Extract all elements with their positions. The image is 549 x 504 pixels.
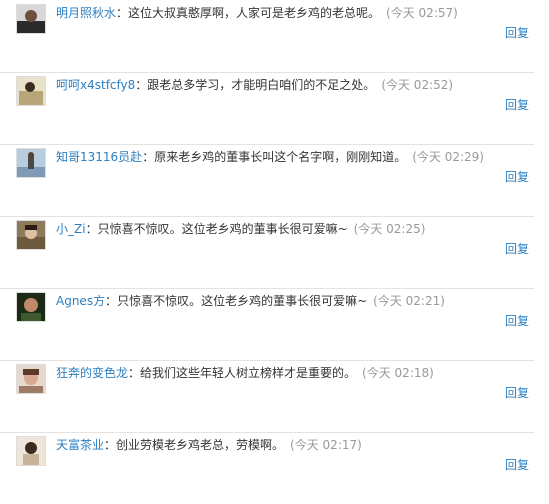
username-link[interactable]: 明月照秋水 xyxy=(56,6,116,20)
reply-link[interactable]: 回复 xyxy=(505,24,529,41)
user-photo-icon xyxy=(17,77,45,105)
comment-time: (今天 02:21) xyxy=(373,294,445,308)
comment-time: (今天 02:25) xyxy=(353,222,426,236)
avatar[interactable] xyxy=(16,148,46,178)
username-link[interactable]: 天富茶业 xyxy=(56,438,104,452)
reply-link[interactable]: 回复 xyxy=(505,168,529,185)
comment-line: Agnes方：只惊喜不惊叹。这位老乡鸡的董事长很可爱嘛~ (今天 02:21) xyxy=(56,294,445,308)
comment-line: 小_Zi：只惊喜不惊叹。这位老乡鸡的董事长很可爱嘛~ (今天 02:25) xyxy=(56,222,425,236)
colon-separator: ： xyxy=(116,6,129,20)
user-photo-icon xyxy=(17,293,45,321)
comment-time: (今天 02:57) xyxy=(386,6,458,20)
avatar[interactable] xyxy=(16,436,46,466)
user-photo-icon xyxy=(17,149,45,177)
comment-line: 知哥13116员赴：原来老乡鸡的董事长叫这个名字啊，刚刚知道。 (今天 02:29… xyxy=(56,150,484,164)
comment-text: 创业劳模老乡鸡老总，劳模啊。 xyxy=(116,438,285,452)
colon-separator: ： xyxy=(105,294,118,308)
comment-item: 呵呵x4stfcfy8：跟老总多学习，才能明白咱们的不足之处。 (今天 02:52… xyxy=(0,72,534,145)
comment-line: 狂奔的变色龙：给我们这些年轻人树立榜样才是重要的。 (今天 02:18) xyxy=(56,366,434,380)
comment-time: (今天 02:18) xyxy=(362,366,434,380)
comment-item: 天富茶业：创业劳模老乡鸡老总，劳模啊。 (今天 02:17) 回复 xyxy=(0,432,534,504)
colon-separator: ： xyxy=(85,222,98,236)
username-link[interactable]: 知哥13116员赴 xyxy=(56,150,142,164)
reply-link[interactable]: 回复 xyxy=(505,456,529,473)
reply-link[interactable]: 回复 xyxy=(505,96,529,113)
reply-link[interactable]: 回复 xyxy=(505,312,529,329)
avatar[interactable] xyxy=(16,364,46,394)
user-photo-icon xyxy=(17,221,45,249)
comment-item: 小_Zi：只惊喜不惊叹。这位老乡鸡的董事长很可爱嘛~ (今天 02:25) 回复 xyxy=(0,216,534,289)
avatar[interactable] xyxy=(16,220,46,250)
reply-link[interactable]: 回复 xyxy=(505,384,529,401)
avatar[interactable] xyxy=(16,292,46,322)
comment-time: (今天 02:52) xyxy=(381,78,454,92)
username-link[interactable]: 呵呵x4stfcfy8 xyxy=(56,78,135,92)
comment-list: 明月照秋水：这位大叔真憨厚啊，人家可是老乡鸡的老总呢。 (今天 02:57) 回复… xyxy=(0,0,549,482)
comment-text: 给我们这些年轻人树立榜样才是重要的。 xyxy=(140,366,357,380)
colon-separator: ： xyxy=(128,366,141,380)
avatar[interactable] xyxy=(16,4,46,34)
comment-text: 这位大叔真憨厚啊，人家可是老乡鸡的老总呢。 xyxy=(128,6,381,20)
colon-separator: ： xyxy=(135,78,148,92)
reply-link[interactable]: 回复 xyxy=(505,240,529,257)
comment-item: 狂奔的变色龙：给我们这些年轻人树立榜样才是重要的。 (今天 02:18) 回复 xyxy=(0,360,534,433)
user-photo-icon xyxy=(17,365,45,393)
comment-item: 知哥13116员赴：原来老乡鸡的董事长叫这个名字啊，刚刚知道。 (今天 02:29… xyxy=(0,144,534,217)
username-link[interactable]: 小_Zi xyxy=(56,222,86,236)
comment-text: 跟老总多学习，才能明白咱们的不足之处。 xyxy=(147,78,376,92)
comment-item: Agnes方：只惊喜不惊叹。这位老乡鸡的董事长很可爱嘛~ (今天 02:21) 回… xyxy=(0,288,534,361)
comment-line: 明月照秋水：这位大叔真憨厚啊，人家可是老乡鸡的老总呢。 (今天 02:57) xyxy=(56,6,458,20)
comment-item: 明月照秋水：这位大叔真憨厚啊，人家可是老乡鸡的老总呢。 (今天 02:57) 回复 xyxy=(0,0,534,73)
colon-separator: ： xyxy=(104,438,117,452)
username-link[interactable]: 狂奔的变色龙 xyxy=(56,366,128,380)
comment-text: 原来老乡鸡的董事长叫这个名字啊，刚刚知道。 xyxy=(154,150,407,164)
comment-time: (今天 02:29) xyxy=(412,150,484,164)
comment-text: 只惊喜不惊叹。这位老乡鸡的董事长很可爱嘛~ xyxy=(117,294,368,308)
user-photo-icon xyxy=(17,437,45,465)
comment-line: 呵呵x4stfcfy8：跟老总多学习，才能明白咱们的不足之处。 (今天 02:52… xyxy=(56,78,453,92)
comment-text: 只惊喜不惊叹。这位老乡鸡的董事长很可爱嘛~ xyxy=(97,222,348,236)
comment-line: 天富茶业：创业劳模老乡鸡老总，劳模啊。 (今天 02:17) xyxy=(56,438,362,452)
colon-separator: ： xyxy=(142,150,155,164)
comment-time: (今天 02:17) xyxy=(290,438,362,452)
avatar[interactable] xyxy=(16,76,46,106)
username-link[interactable]: Agnes方 xyxy=(56,294,105,308)
user-photo-icon xyxy=(17,5,45,33)
